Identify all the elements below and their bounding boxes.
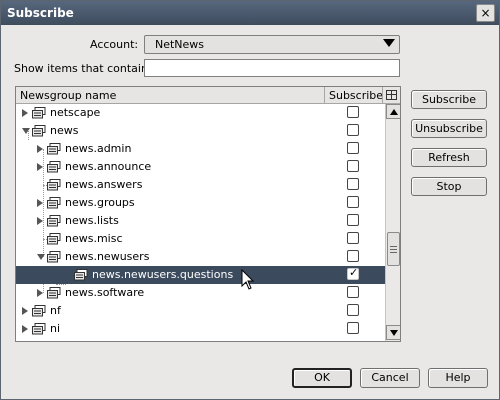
subscribe-checkbox[interactable] (347, 124, 359, 136)
scroll-up-button[interactable] (386, 104, 400, 119)
twisty-expanded-icon[interactable] (22, 128, 30, 134)
tree-row-label: news.groups (65, 196, 135, 209)
subscribe-button[interactable]: Subscribe (411, 90, 487, 109)
unsubscribe-button[interactable]: Unsubscribe (411, 119, 487, 138)
twisty-collapsed-icon[interactable] (37, 163, 43, 171)
tree-row-label: news.answers (65, 178, 143, 191)
help-button[interactable]: Help (428, 368, 488, 388)
newsgroup-folder-icon (32, 107, 46, 119)
refresh-button[interactable]: Refresh (411, 148, 487, 167)
tree-row[interactable]: news.answers (16, 176, 385, 194)
column-header-name[interactable]: Newsgroup name (20, 89, 116, 102)
title-bar[interactable]: Subscribe × (1, 1, 499, 25)
tree-row-label: news.software (65, 286, 145, 299)
newsgroup-folder-icon (47, 161, 61, 173)
tree-row[interactable]: news.announce (16, 158, 385, 176)
twisty-expanded-icon[interactable] (37, 254, 45, 260)
tree-row-label: news.lists (65, 214, 119, 227)
subscribe-checkbox[interactable] (347, 142, 359, 154)
mouse-pointer-icon (241, 269, 255, 290)
subscribe-checkbox[interactable] (347, 214, 359, 226)
column-picker-icon (386, 90, 397, 100)
subscribe-checkbox[interactable] (347, 250, 359, 262)
chevron-down-icon (383, 39, 395, 47)
subscribe-checkbox[interactable] (347, 160, 359, 172)
cancel-button[interactable]: Cancel (360, 368, 420, 388)
tree-rows: netscape news news.admin news.announce news.… (16, 104, 385, 341)
twisty-collapsed-icon[interactable] (22, 307, 28, 315)
tree-row[interactable]: news (16, 122, 385, 140)
window-title: Subscribe (7, 6, 74, 20)
close-icon: × (480, 6, 491, 20)
newsgroup-tree: Newsgroup name Subscribe netscape news new… (15, 86, 401, 342)
subscribe-checkbox[interactable] (347, 266, 359, 280)
twisty-collapsed-icon[interactable] (37, 289, 43, 297)
stop-button[interactable]: Stop (411, 177, 487, 196)
newsgroup-folder-icon (47, 233, 61, 245)
tree-row-label: news.newusers (65, 250, 150, 263)
ok-button[interactable]: OK (292, 368, 352, 388)
tree-row-label: news.admin (65, 142, 132, 155)
tree-row[interactable]: news.admin (16, 140, 385, 158)
tree-row[interactable]: news.software (16, 284, 385, 302)
newsgroup-folder-icon (32, 323, 46, 335)
grip-line (390, 249, 397, 250)
account-select[interactable]: NetNews (144, 35, 400, 54)
twisty-collapsed-icon[interactable] (37, 217, 43, 225)
subscribe-checkbox[interactable] (347, 178, 359, 190)
tree-row[interactable]: ni (16, 320, 385, 338)
tree-row[interactable]: news.lists (16, 212, 385, 230)
tree-row[interactable]: netscape (16, 104, 385, 122)
tree-row-label: news (50, 124, 79, 137)
subscribe-checkbox[interactable] (347, 286, 359, 298)
tree-row[interactable]: news.newusers.questions (16, 266, 385, 284)
account-label: Account: (90, 38, 139, 51)
twisty-collapsed-icon[interactable] (37, 145, 43, 153)
newsgroup-folder-icon (74, 269, 88, 281)
newsgroup-folder-icon (47, 197, 61, 209)
scroll-down-button[interactable] (386, 325, 400, 340)
arrow-up-icon (390, 109, 398, 115)
twisty-collapsed-icon[interactable] (37, 199, 43, 207)
tree-row[interactable]: news.groups (16, 194, 385, 212)
tree-row[interactable]: nf (16, 302, 385, 320)
tree-row-label: news.announce (65, 160, 152, 173)
subscribe-checkbox[interactable] (347, 322, 359, 334)
twisty-collapsed-icon[interactable] (22, 325, 28, 333)
twisty-collapsed-icon[interactable] (22, 109, 28, 117)
column-picker-button[interactable] (382, 87, 400, 103)
grip-line (390, 246, 397, 247)
tree-row-label: news.newusers.questions (92, 268, 234, 281)
tree-scrollbar[interactable] (385, 104, 400, 341)
subscribe-checkbox[interactable] (347, 196, 359, 208)
newsgroup-folder-icon (32, 305, 46, 317)
account-select-value: NetNews (155, 38, 205, 51)
tree-row-label: news.misc (65, 232, 123, 245)
scroll-thumb[interactable] (387, 232, 400, 266)
newsgroup-folder-icon (47, 143, 61, 155)
filter-label: Show items that contain: (14, 62, 152, 75)
subscribe-checkbox[interactable] (347, 304, 359, 316)
newsgroup-folder-icon (47, 215, 61, 227)
newsgroup-folder-icon (32, 125, 46, 137)
newsgroup-folder-icon (47, 179, 61, 191)
newsgroup-folder-icon (47, 287, 61, 299)
tree-row[interactable]: news.misc (16, 230, 385, 248)
tree-row[interactable]: news.newusers (16, 248, 385, 266)
subscribe-checkbox[interactable] (347, 106, 359, 118)
tree-row-label: netscape (50, 106, 101, 119)
tree-row-label: ni (50, 322, 61, 335)
subscribe-dialog: Subscribe × Account: NetNews Show items … (0, 0, 500, 400)
subscribe-checkbox[interactable] (347, 232, 359, 244)
tree-row-label: nf (50, 304, 61, 317)
tree-header: Newsgroup name Subscribe (16, 87, 400, 104)
column-header-subscribe[interactable]: Subscribe (324, 87, 383, 103)
close-button[interactable]: × (476, 4, 495, 22)
newsgroup-folder-icon (47, 251, 61, 263)
filter-input[interactable] (144, 59, 400, 77)
grip-line (390, 252, 397, 253)
arrow-down-icon (390, 330, 398, 336)
